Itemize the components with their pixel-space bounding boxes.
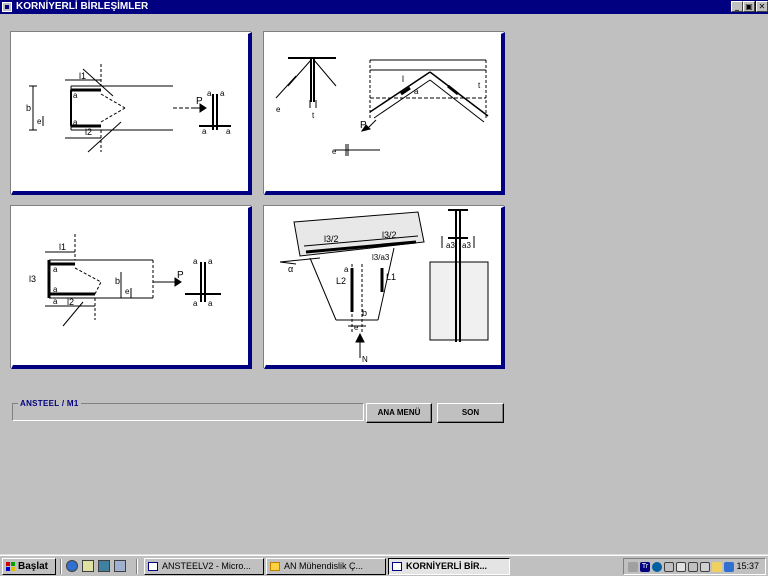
label-l3: l3: [29, 274, 36, 284]
label-a: a: [53, 285, 58, 294]
language-indicator[interactable]: Tr: [640, 562, 650, 572]
windows-logo-icon: [6, 562, 15, 571]
label-a: a: [193, 257, 198, 266]
label-t: t: [478, 81, 481, 90]
task-scheduler-icon[interactable]: [664, 562, 674, 572]
label-a: a: [226, 127, 231, 136]
taskbar: Başlat ANSTEELV2 - Micro... AN Mühendisl…: [0, 555, 768, 576]
task-button-korniyerli[interactable]: KORNİYERLİ BİR...: [388, 558, 510, 575]
label-force-p: P: [177, 270, 184, 281]
title-bar[interactable]: KORNİYERLİ BİRLEŞİMLER _ ▣ ✕: [0, 0, 768, 14]
diagram-panel-end-weld[interactable]: l1 a l3 a a l2 b e P a a a a: [11, 206, 252, 369]
label-a3: a3: [462, 241, 471, 250]
maximize-button[interactable]: ▣: [743, 1, 755, 12]
app-window-icon: [2, 2, 12, 12]
label-force-p: P: [196, 96, 203, 107]
word-doc-icon: [148, 562, 158, 571]
start-button[interactable]: Başlat: [2, 558, 56, 575]
label-a: a: [208, 299, 213, 308]
exit-button[interactable]: SON: [437, 403, 504, 423]
clock[interactable]: 15:37: [736, 561, 759, 571]
label-a: a: [207, 89, 212, 98]
label-alpha: α: [288, 264, 293, 274]
printer-icon[interactable]: [628, 562, 638, 572]
show-desktop-icon[interactable]: [98, 560, 110, 572]
gusset-diagram: l3/2 l3/2 l3/a3 α L2 L1 a b e N a3 a3: [279, 209, 489, 364]
label-a: a: [344, 265, 349, 274]
internet-explorer-icon[interactable]: [66, 560, 78, 572]
label-a3: a3: [446, 241, 455, 250]
network-icon[interactable]: [652, 562, 662, 572]
label-force-p: P: [360, 120, 367, 131]
task-label: ANSTEELV2 - Micro...: [162, 561, 251, 571]
task-label: KORNİYERLİ BİR...: [406, 561, 488, 571]
an-star-icon: [270, 562, 280, 571]
label-e: e: [125, 287, 130, 296]
label-t: t: [312, 111, 315, 120]
diagram-panel-lap-joint[interactable]: l1 a a l2 b e a a a a P: [11, 32, 252, 195]
connection-icon[interactable]: [688, 562, 698, 572]
lap-joint-diagram: l1 a a l2 b e a a a a P: [26, 64, 231, 153]
modem-icon[interactable]: [700, 562, 710, 572]
taskbar-separator: [60, 559, 62, 574]
window-title: KORNİYERLİ BİRLEŞİMLER: [16, 1, 149, 12]
label-a: a: [208, 257, 213, 266]
end-weld-diagram: l1 a l3 a a l2 b e P a a a a: [29, 234, 221, 327]
app-window-icon: [392, 562, 402, 571]
inclined-angles-diagram: e t l a t P e: [275, 57, 489, 156]
system-tray: Tr 15:37: [623, 558, 766, 575]
label-a: a: [202, 127, 207, 136]
label-l3-a3: l3/a3: [372, 253, 390, 262]
label-a: a: [53, 297, 58, 306]
label-b: b: [362, 308, 367, 318]
misc-tray-icon[interactable]: [724, 562, 734, 572]
diagram-panel-inclined-angles[interactable]: e t l a t P e: [264, 32, 505, 195]
display-icon[interactable]: [676, 562, 686, 572]
label-e: e: [276, 105, 281, 114]
application-window: KORNİYERLİ BİRLEŞİMLER _ ▣ ✕ l1 a a l2 b…: [0, 0, 768, 576]
close-button[interactable]: ✕: [756, 1, 768, 12]
task-button-an-muhendislik[interactable]: AN Mühendislik Ç...: [266, 558, 386, 575]
lap-joint-labels: l1 a a l2 b e a a a a P: [26, 71, 231, 137]
label-e: e: [37, 117, 42, 126]
diagram-panel-gusset[interactable]: l3/2 l3/2 l3/a3 α L2 L1 a b e N a3 a3: [264, 206, 505, 369]
status-label: ANSTEEL / M1: [18, 399, 81, 408]
start-label: Başlat: [18, 561, 49, 572]
volume-icon[interactable]: [712, 562, 722, 572]
label-l: l: [402, 74, 404, 84]
label-b: b: [115, 276, 120, 286]
label-e: e: [354, 323, 359, 332]
task-button-word[interactable]: ANSTEELV2 - Micro...: [144, 558, 264, 575]
label-a: a: [73, 91, 78, 100]
label-L2: L2: [336, 276, 346, 286]
label-l3-half: l3/2: [382, 230, 397, 240]
label-b: b: [26, 103, 31, 113]
label-a: a: [220, 89, 225, 98]
label-a: a: [414, 87, 419, 96]
outlook-express-icon[interactable]: [82, 560, 94, 572]
label-l2: l2: [85, 127, 92, 137]
minimize-button[interactable]: _: [731, 1, 743, 12]
main-menu-button[interactable]: ANA MENÜ: [366, 403, 432, 423]
label-a: a: [193, 299, 198, 308]
label-l1: l1: [79, 71, 86, 81]
label-e: e: [332, 147, 337, 156]
label-force-n: N: [362, 355, 368, 364]
channels-icon[interactable]: [114, 560, 126, 572]
label-l1: l1: [59, 242, 66, 252]
task-label: AN Mühendislik Ç...: [284, 561, 364, 571]
label-L1: L1: [386, 272, 396, 282]
label-l2: l2: [67, 297, 74, 307]
taskbar-separator: [136, 559, 138, 574]
label-a: a: [73, 118, 78, 127]
label-a: a: [53, 265, 58, 274]
label-l3-half: l3/2: [324, 234, 339, 244]
